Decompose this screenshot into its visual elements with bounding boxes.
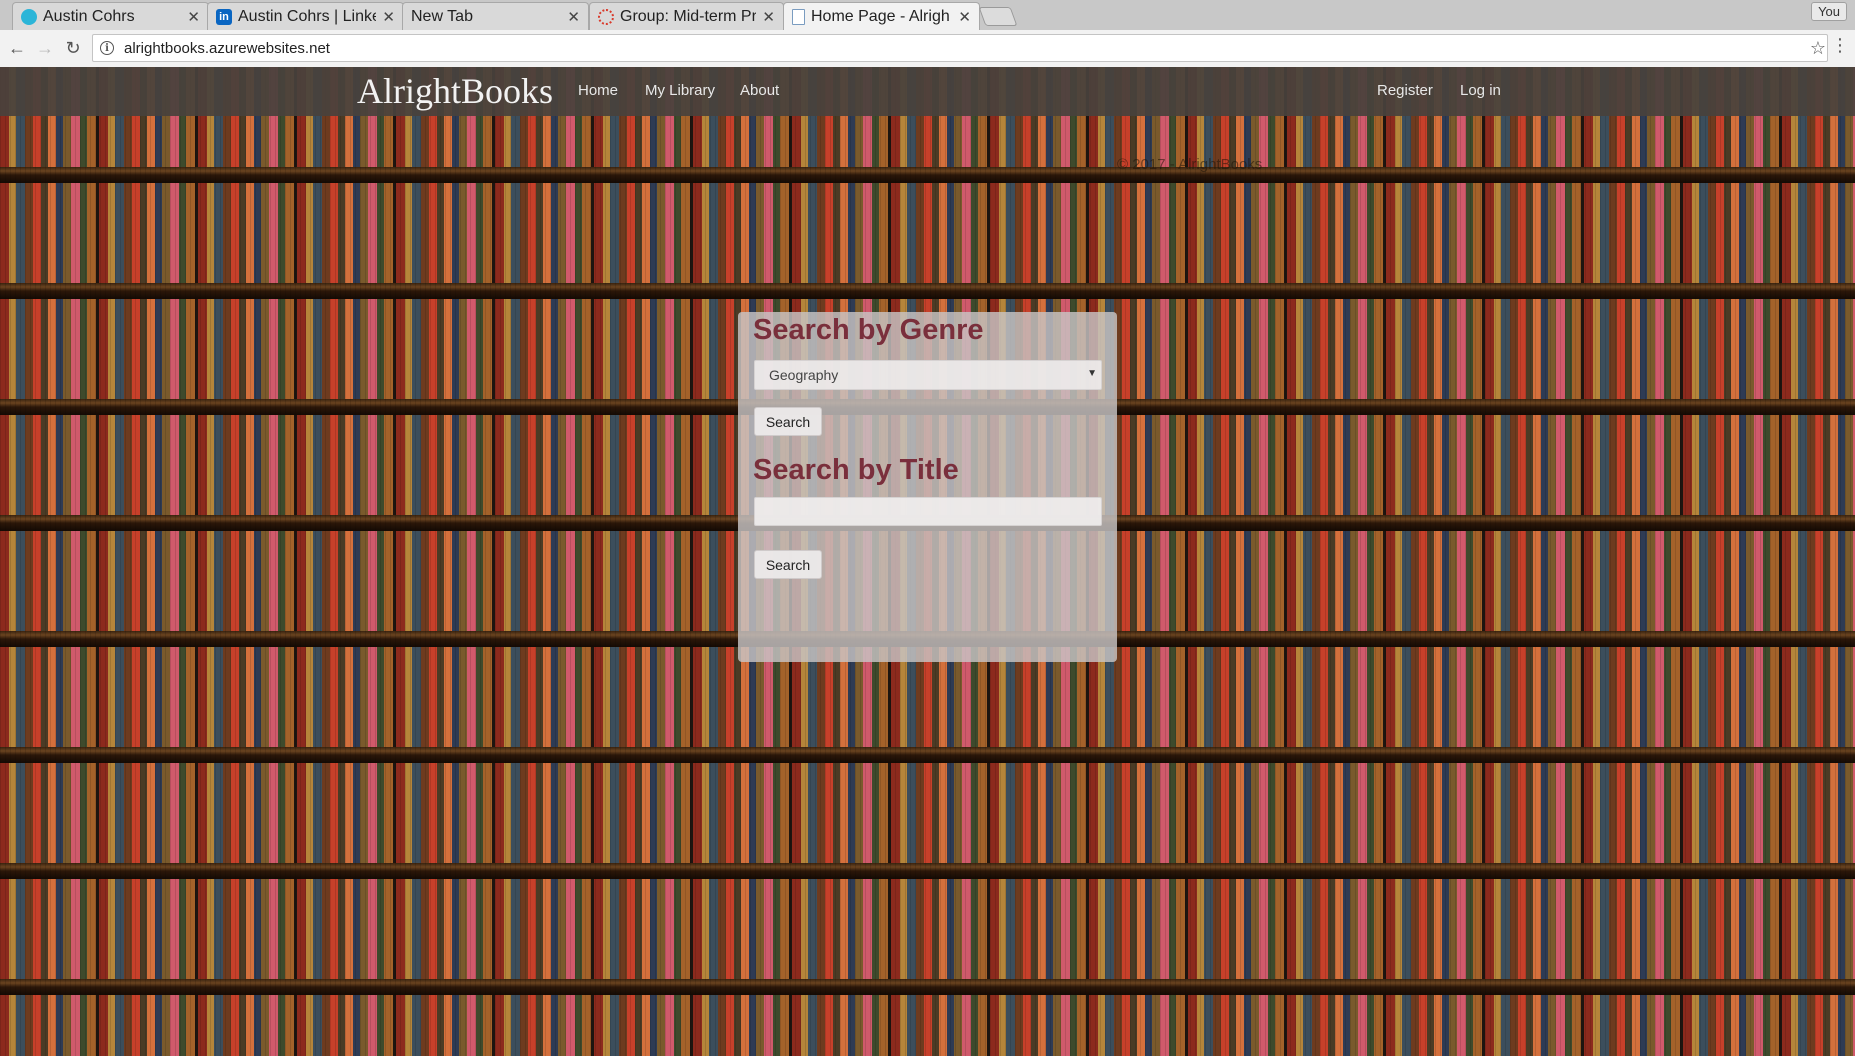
profile-button[interactable]: You xyxy=(1811,2,1847,21)
title-search-button[interactable]: Search xyxy=(754,550,822,579)
browser-tab-active[interactable]: Home Page - Alrigh ✕ xyxy=(783,2,980,31)
genre-search-button[interactable]: Search xyxy=(754,407,822,436)
forward-arrow-icon[interactable]: → xyxy=(34,37,56,59)
url-text[interactable]: alrightbooks.azurewebsites.net xyxy=(124,40,330,57)
loading-icon xyxy=(598,8,614,25)
info-icon[interactable]: i xyxy=(100,41,114,55)
nav-link-my-library[interactable]: My Library xyxy=(645,82,715,100)
browser-toolbar: ← → ↻ i alrightbooks.azurewebsites.net ☆… xyxy=(0,30,1855,68)
address-bar[interactable]: i alrightbooks.azurewebsites.net ☆ xyxy=(92,34,1828,62)
title-search-heading: Search by Title xyxy=(753,454,959,486)
tab-title: Home Page - Alrigh xyxy=(811,8,950,25)
page-icon xyxy=(792,9,805,25)
page-background-bookshelf: AlrightBooks Home My Library About Regis… xyxy=(0,67,1855,1056)
browser-tab[interactable]: Austin Cohrs ✕ xyxy=(12,2,209,30)
genre-select-value: Geography xyxy=(769,367,839,383)
genre-search-heading: Search by Genre xyxy=(753,314,984,346)
tab-title: New Tab xyxy=(411,7,473,25)
menu-kebab-icon[interactable]: ⋮ xyxy=(1831,35,1849,56)
linkedin-icon: in xyxy=(216,8,232,25)
nav-link-home[interactable]: Home xyxy=(578,82,618,100)
nav-link-login[interactable]: Log in xyxy=(1460,82,1501,100)
browser-tab[interactable]: in Austin Cohrs | Linke ✕ xyxy=(207,2,404,30)
title-search-input[interactable] xyxy=(754,497,1102,526)
site-icon xyxy=(21,8,37,25)
close-icon[interactable]: ✕ xyxy=(382,8,395,26)
search-panel: Search by Genre Geography ▼ Search Searc… xyxy=(738,312,1117,662)
genre-select[interactable]: Geography ▼ xyxy=(754,360,1102,390)
tab-title: Austin Cohrs | Linke xyxy=(238,7,377,25)
new-tab-button[interactable] xyxy=(978,7,1018,26)
close-icon[interactable]: ✕ xyxy=(187,8,200,26)
footer-copyright: © 2017 - AlrightBooks xyxy=(1117,156,1263,173)
close-icon[interactable]: ✕ xyxy=(567,8,580,26)
close-icon[interactable]: ✕ xyxy=(958,8,971,26)
close-icon[interactable]: ✕ xyxy=(762,8,775,26)
nav-link-register[interactable]: Register xyxy=(1377,82,1433,100)
tab-title: Group: Mid-term Pr xyxy=(620,7,757,25)
browser-tab[interactable]: New Tab ✕ xyxy=(402,2,589,30)
tab-title: Austin Cohrs xyxy=(43,7,135,25)
nav-link-about[interactable]: About xyxy=(740,82,779,100)
bookmark-star-icon[interactable]: ☆ xyxy=(1810,38,1826,59)
dropdown-arrow-icon: ▼ xyxy=(1087,368,1097,379)
brand-logo-link[interactable]: AlrightBooks xyxy=(357,71,553,111)
browser-tabstrip: Austin Cohrs ✕ in Austin Cohrs | Linke ✕… xyxy=(0,0,1855,31)
browser-tab[interactable]: Group: Mid-term Pr ✕ xyxy=(589,2,784,30)
back-arrow-icon[interactable]: ← xyxy=(6,37,28,59)
site-navbar: AlrightBooks Home My Library About Regis… xyxy=(0,67,1855,116)
reload-icon[interactable]: ↻ xyxy=(62,37,84,59)
